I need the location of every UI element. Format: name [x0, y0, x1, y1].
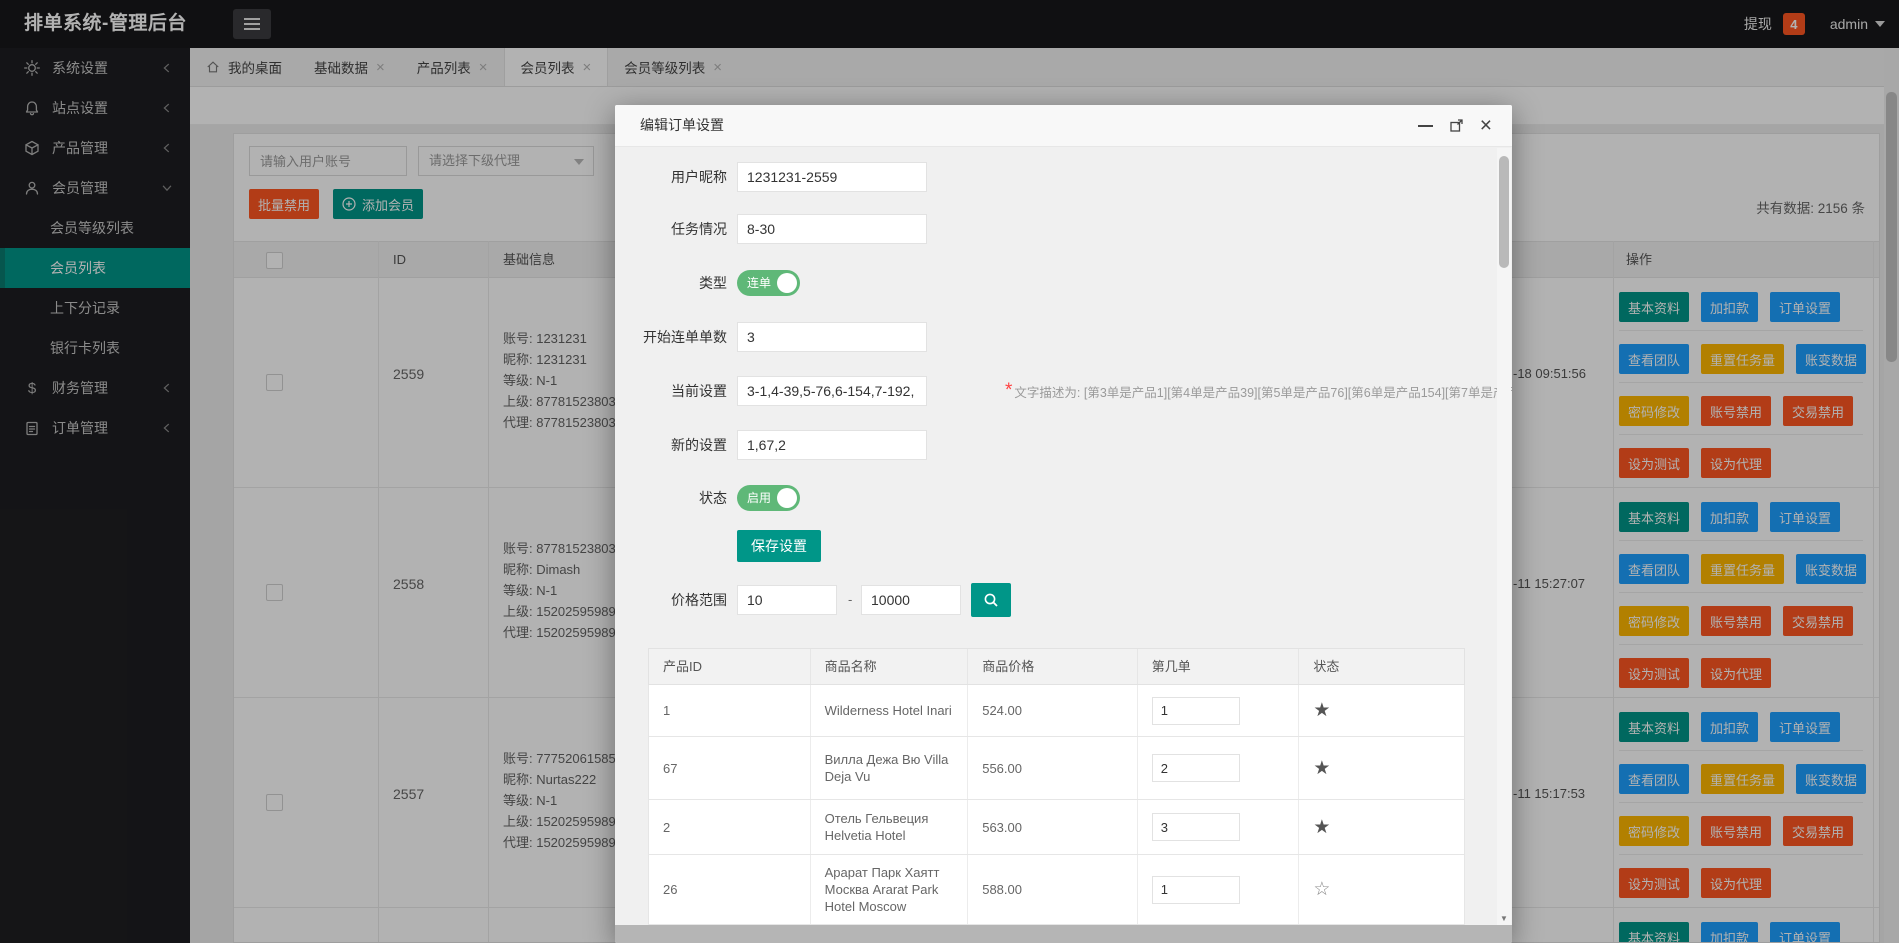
- price-search-button[interactable]: [971, 583, 1011, 617]
- product-id-cell: 2: [649, 800, 811, 854]
- product-price-cell: 563.00: [968, 800, 1138, 854]
- product-id-cell: 1: [649, 685, 811, 736]
- start-count-input[interactable]: [737, 322, 927, 352]
- app-root: 排单系统-管理后台 提现 4 admin 系统设置 站点设置 产品管理 会员管理 会员等…: [0, 0, 1899, 943]
- modal-controls: ×: [1417, 105, 1492, 146]
- star-empty-icon[interactable]: ☆: [1313, 880, 1330, 899]
- price-range-dash: -: [848, 592, 853, 607]
- product-name-cell: Вилла Дежа Вю Villa Deja Vu: [811, 737, 969, 799]
- close-icon[interactable]: ×: [1480, 115, 1492, 136]
- status-toggle-knob: [777, 488, 797, 508]
- col-product-id: 产品ID: [649, 649, 811, 684]
- start-count-label: 开始连单单数: [643, 329, 727, 345]
- status-label: 状态: [699, 490, 727, 506]
- note-text: 文字描述为: [第3单是产品1][第4单是产品39][第5单是产品76][第6单…: [1014, 385, 1512, 400]
- type-toggle-knob: [777, 273, 797, 293]
- product-name: Отель Гельвеция Helvetia Hotel: [824, 811, 929, 843]
- star-filled-icon[interactable]: ★: [1313, 759, 1330, 778]
- product-row: 2 Отель Гельвеция Helvetia Hotel 563.00 ★: [648, 800, 1465, 855]
- new-setting-label: 新的设置: [671, 437, 727, 453]
- type-toggle-label: 连单: [747, 276, 772, 290]
- modal-bottom-scroll-track: [615, 925, 1512, 943]
- product-name-cell: Арарат Парк Хаятт Москва Ararat Park Hot…: [811, 855, 969, 924]
- new-setting-input[interactable]: [737, 430, 927, 460]
- order-number-input[interactable]: [1151, 754, 1240, 782]
- search-icon: [984, 593, 998, 607]
- status-cell: ★: [1299, 737, 1464, 799]
- product-price-cell: 556.00: [968, 737, 1138, 799]
- modal-scrollbar[interactable]: ▼: [1497, 148, 1511, 925]
- col-product-name: 商品名称: [811, 649, 969, 684]
- type-toggle[interactable]: 连单: [737, 270, 800, 296]
- product-row: 1 Wilderness Hotel Inari 524.00 ★: [648, 685, 1465, 737]
- status-cell: ★: [1299, 800, 1464, 854]
- status-toggle-label: 启用: [747, 491, 772, 505]
- order-number-cell: [1138, 737, 1300, 799]
- scroll-down-arrow[interactable]: ▼: [1497, 911, 1511, 925]
- edit-order-modal: 编辑订单设置 × 用户昵称 任务情况 类型 连单 开始连单单数 当前设置 * 文…: [615, 105, 1512, 943]
- nickname-input[interactable]: [737, 162, 927, 192]
- order-number-cell: [1138, 800, 1300, 854]
- product-row: 26 Арарат Парк Хаятт Москва Ararat Park H…: [648, 855, 1465, 925]
- save-settings-button[interactable]: 保存设置: [737, 530, 821, 562]
- required-star: *: [1005, 380, 1013, 401]
- product-table: 产品ID 商品名称 商品价格 第几单 状态 1 Wilderness Hotel …: [648, 648, 1465, 925]
- minimize-icon[interactable]: [1417, 124, 1433, 127]
- nickname-label: 用户昵称: [671, 169, 727, 185]
- product-price-cell: 524.00: [968, 685, 1138, 736]
- product-table-header: 产品ID 商品名称 商品价格 第几单 状态: [648, 648, 1465, 685]
- product-row: 67 Вилла Дежа Вю Villa Deja Vu 556.00 ★: [648, 737, 1465, 800]
- order-number-input[interactable]: [1151, 875, 1240, 904]
- product-name-cell: Отель Гельвеция Helvetia Hotel: [811, 800, 969, 854]
- current-setting-input[interactable]: [737, 376, 927, 406]
- product-id-cell: 26: [649, 855, 811, 924]
- status-cell: ☆: [1299, 855, 1464, 924]
- price-range-label: 价格范围: [671, 592, 727, 608]
- product-name: Вилла Дежа Вю Villa Deja Vu: [824, 752, 949, 784]
- col-product-price: 商品价格: [968, 649, 1138, 684]
- product-id-cell: 67: [649, 737, 811, 799]
- price-max-input[interactable]: [861, 585, 961, 615]
- status-toggle[interactable]: 启用: [737, 485, 800, 511]
- order-number-input[interactable]: [1151, 813, 1240, 841]
- star-filled-icon[interactable]: ★: [1313, 818, 1330, 837]
- product-name: Wilderness Hotel Inari: [824, 703, 952, 718]
- maximize-icon[interactable]: [1449, 118, 1464, 133]
- order-number-cell: [1138, 685, 1300, 736]
- status-cell: ★: [1299, 685, 1464, 736]
- type-label: 类型: [699, 275, 727, 291]
- col-status: 状态: [1313, 659, 1340, 674]
- task-input[interactable]: [737, 214, 927, 244]
- product-name: Арарат Парк Хаятт Москва Ararat Park Hot…: [824, 865, 940, 914]
- order-number-cell: [1138, 855, 1300, 924]
- product-price-cell: 588.00: [968, 855, 1138, 924]
- current-setting-label: 当前设置: [671, 383, 727, 399]
- price-min-input[interactable]: [737, 585, 837, 615]
- modal-header: 编辑订单设置 ×: [615, 105, 1512, 147]
- modal-scrollbar-thumb[interactable]: [1499, 156, 1509, 268]
- current-setting-note: * 文字描述为: [第3单是产品1][第4单是产品39][第5单是产品76][第…: [1005, 376, 1512, 406]
- order-number-input[interactable]: [1151, 696, 1240, 725]
- task-label: 任务情况: [671, 221, 727, 237]
- col-order-number: 第几单: [1138, 649, 1300, 684]
- modal-title: 编辑订单设置: [640, 117, 724, 133]
- product-name-cell: Wilderness Hotel Inari: [811, 685, 969, 736]
- star-filled-icon[interactable]: ★: [1313, 701, 1330, 720]
